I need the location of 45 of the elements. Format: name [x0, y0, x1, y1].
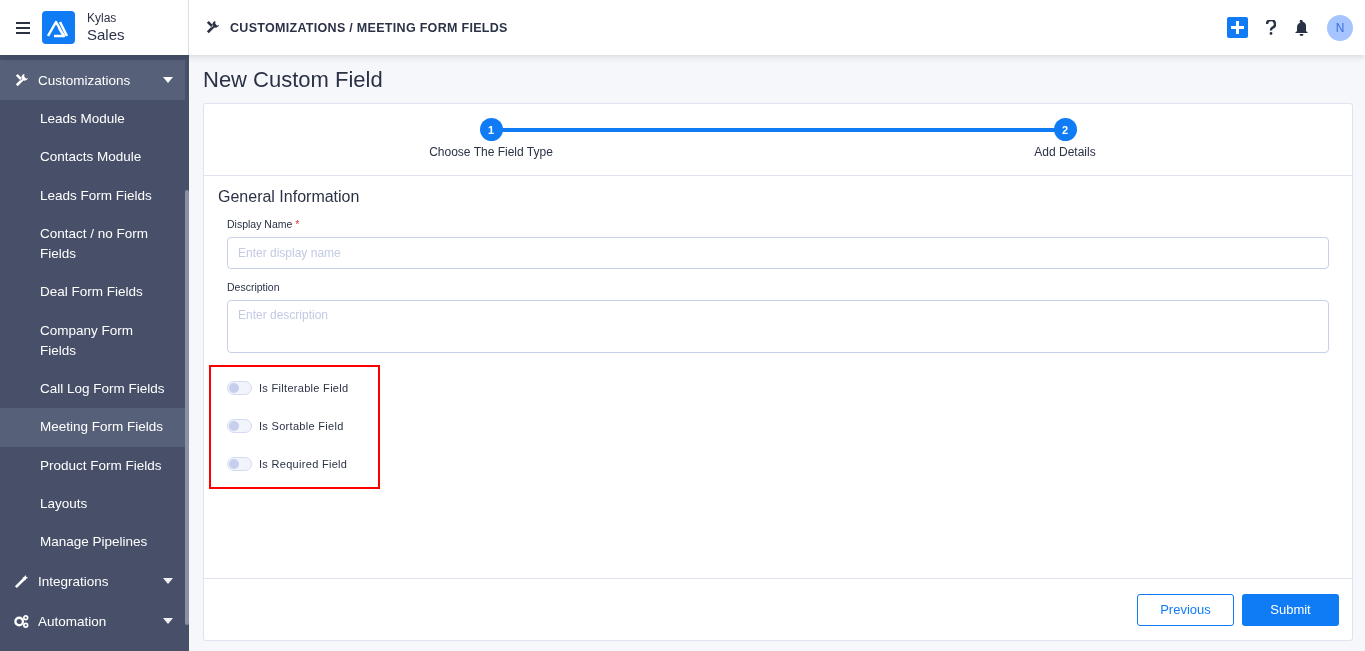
field-label: Description	[227, 281, 281, 293]
input-field[interactable]: Enter display name	[227, 237, 1329, 269]
add-icon[interactable]	[1227, 17, 1248, 38]
sidebar-item[interactable]: Manage Pipelines	[0, 523, 185, 562]
sidebar-group[interactable]: Automation	[0, 601, 185, 642]
sidebar-item[interactable]: Call Log Form Fields	[0, 370, 185, 409]
bell-icon[interactable]	[1294, 19, 1309, 36]
field-label: Display Name *	[227, 218, 301, 230]
submit-button[interactable]: Submit	[1242, 593, 1339, 626]
toggle-label: Is Filterable Field	[259, 382, 349, 394]
sidebar-item[interactable]: Company Form Fields	[0, 311, 185, 370]
sidebar-item[interactable]: Product Form Fields	[0, 446, 185, 485]
description-field[interactable]: Enter description	[227, 300, 1329, 353]
sidebar-item[interactable]: Layouts	[0, 484, 185, 523]
step-label: Add Details	[1034, 145, 1096, 159]
logo-icon	[42, 11, 75, 44]
toggle-switch[interactable]	[227, 419, 252, 433]
magic-wand-icon	[14, 573, 29, 589]
scrollbar[interactable]	[185, 190, 189, 625]
sidebar-item[interactable]: Leads Form Fields	[0, 176, 185, 215]
sidebar-item[interactable]: Leads Module	[0, 100, 185, 139]
sidebar-item[interactable]: Contact / no Form Fields	[0, 214, 185, 274]
gears-icon	[14, 613, 29, 629]
tools-icon	[14, 72, 29, 88]
breadcrumb: CUSTOMIZATIONS / MEETING FORM FIELDS	[230, 20, 508, 35]
toggle-switch[interactable]	[227, 457, 252, 471]
sidebar-item[interactable]: Deal Form Fields	[0, 273, 185, 312]
sidebar-item[interactable]: Meeting Form Fields	[0, 408, 185, 447]
brand-name: Kylas	[87, 11, 118, 26]
tools-icon	[205, 20, 220, 35]
sidebar-group[interactable]: Customizations	[0, 60, 185, 100]
previous-button[interactable]: Previous	[1137, 593, 1234, 626]
sidebar-item[interactable]: Contacts Module	[0, 138, 185, 177]
toggle-label: Is Required Field	[259, 458, 348, 470]
sidebar-group[interactable]: Integrations	[0, 561, 185, 602]
product-name: Sales	[87, 25, 125, 43]
page-title: New Custom Field	[203, 67, 384, 93]
toggle-switch[interactable]	[227, 381, 252, 395]
toggle-label: Is Sortable Field	[259, 420, 344, 432]
help-icon[interactable]	[1266, 20, 1276, 35]
step-number: 2	[1053, 118, 1077, 141]
step-label: Choose The Field Type	[429, 145, 553, 159]
step-number: 1	[479, 118, 503, 141]
menu-icon[interactable]	[16, 21, 30, 34]
section-title: General Information	[218, 188, 361, 206]
